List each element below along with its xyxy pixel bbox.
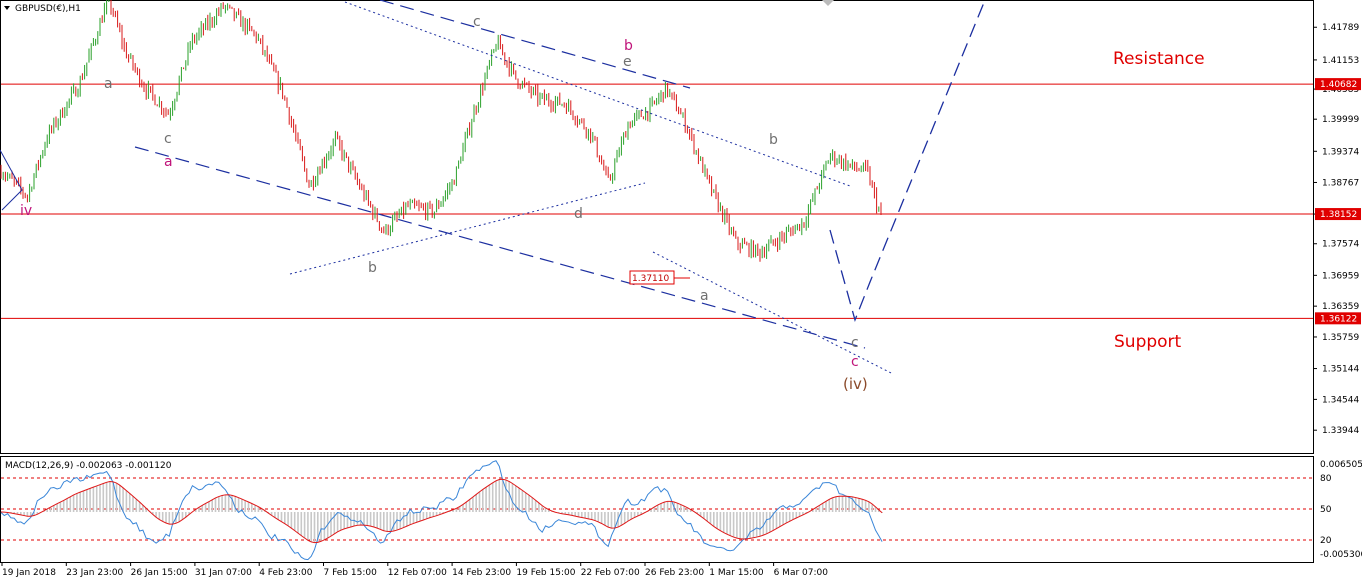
- level-price-label: 1.40682: [1320, 80, 1357, 90]
- macd-tick-label: 80: [1320, 474, 1332, 484]
- wave-label-c-top: c: [473, 14, 481, 30]
- x-tick-label: 31 Jan 07:00: [195, 568, 252, 578]
- y-tick-label: 1.41789: [1322, 23, 1359, 33]
- wave-label-e-gray: e: [623, 54, 632, 70]
- x-tick-label: 7 Feb 15:00: [324, 568, 378, 578]
- y-tick-label: 1.35759: [1322, 333, 1359, 343]
- wave-label-d-gray: d: [574, 206, 583, 222]
- dotted-line-upper: [344, 1, 851, 187]
- x-tick-label: 1 Mar 15:00: [709, 568, 764, 578]
- x-tick-label: 6 Mar 07:00: [774, 568, 829, 578]
- candles-layer: [0, 0, 882, 262]
- wave-label-a-upper: a: [104, 76, 113, 92]
- y-tick-label: 1.41153: [1322, 56, 1359, 66]
- x-tick-label: 4 Feb 23:00: [259, 568, 313, 578]
- symbol-title: GBPUSD(€),H1: [15, 4, 81, 14]
- x-tick-label: 19 Feb 15:00: [516, 568, 575, 578]
- y-tick-label: 1.39374: [1322, 147, 1359, 157]
- projection-path: [829, 0, 986, 323]
- x-tick-label: 23 Jan 23:00: [66, 568, 123, 578]
- wave-label-iv-paren: (iv): [843, 375, 868, 393]
- y-tick-label: 1.39999: [1322, 115, 1359, 125]
- dropdown-icon[interactable]: [4, 6, 10, 10]
- y-tick-label: 1.35144: [1322, 365, 1359, 375]
- wave-label-iv-left: iv: [20, 203, 32, 219]
- y-tick-label: 1.38767: [1322, 178, 1359, 188]
- wave-label-b-first: b: [368, 260, 377, 276]
- y-tick-label: 1.34544: [1322, 395, 1359, 405]
- level-price-label: 1.38152: [1320, 210, 1357, 220]
- macd-tick-label: -0.005306: [1320, 550, 1362, 560]
- x-tick-label: 19 Jan 2018: [2, 568, 56, 578]
- chart-area: GBPUSD(€),H1 MACD(12,26,9) -0.002063 -0.…: [0, 0, 1362, 578]
- y-tick-label: 1.37574: [1322, 240, 1359, 250]
- dotted-line-bd: [289, 182, 646, 275]
- macd-layer: [0, 460, 1313, 561]
- y-tick-label: 1.36959: [1322, 271, 1359, 281]
- wave-label-b-right: b: [769, 132, 778, 148]
- support-label: Support: [1114, 332, 1182, 352]
- x-tick-label: 26 Jan 15:00: [131, 568, 188, 578]
- level-price-label: 1.36122: [1320, 314, 1357, 324]
- price-box-value: 1.37110: [632, 274, 669, 284]
- channel-line-upper: [379, 0, 691, 89]
- wave-label-c-magenta: c: [851, 354, 859, 370]
- marker-diamond: [822, 0, 834, 6]
- resistance-label: Resistance: [1113, 49, 1205, 69]
- y-tick-label: 1.36359: [1322, 302, 1359, 312]
- macd-tick-label: 50: [1320, 505, 1332, 515]
- macd-tick-label: 20: [1320, 536, 1332, 546]
- macd-tick-label: 0.006505: [1320, 460, 1362, 470]
- wave-label-c-upper: c: [164, 131, 172, 147]
- y-tick-label: 1.33944: [1322, 426, 1359, 436]
- x-tick-label: 12 Feb 07:00: [388, 568, 447, 578]
- x-tick-label: 26 Feb 23:00: [645, 568, 704, 578]
- wave-label-a-lower: a: [700, 288, 709, 304]
- wave-label-a-magenta: a: [164, 154, 173, 170]
- axis-layer: 1.417891.411531.405851.399991.393741.387…: [1, 23, 1362, 578]
- x-tick-label: 22 Feb 07:00: [581, 568, 640, 578]
- x-tick-label: 14 Feb 23:00: [452, 568, 511, 578]
- wave-label-c-gray: c: [851, 335, 859, 351]
- macd-label: MACD(12,26,9) -0.002063 -0.001120: [5, 461, 172, 471]
- wave-label-b-magenta: b: [624, 38, 633, 54]
